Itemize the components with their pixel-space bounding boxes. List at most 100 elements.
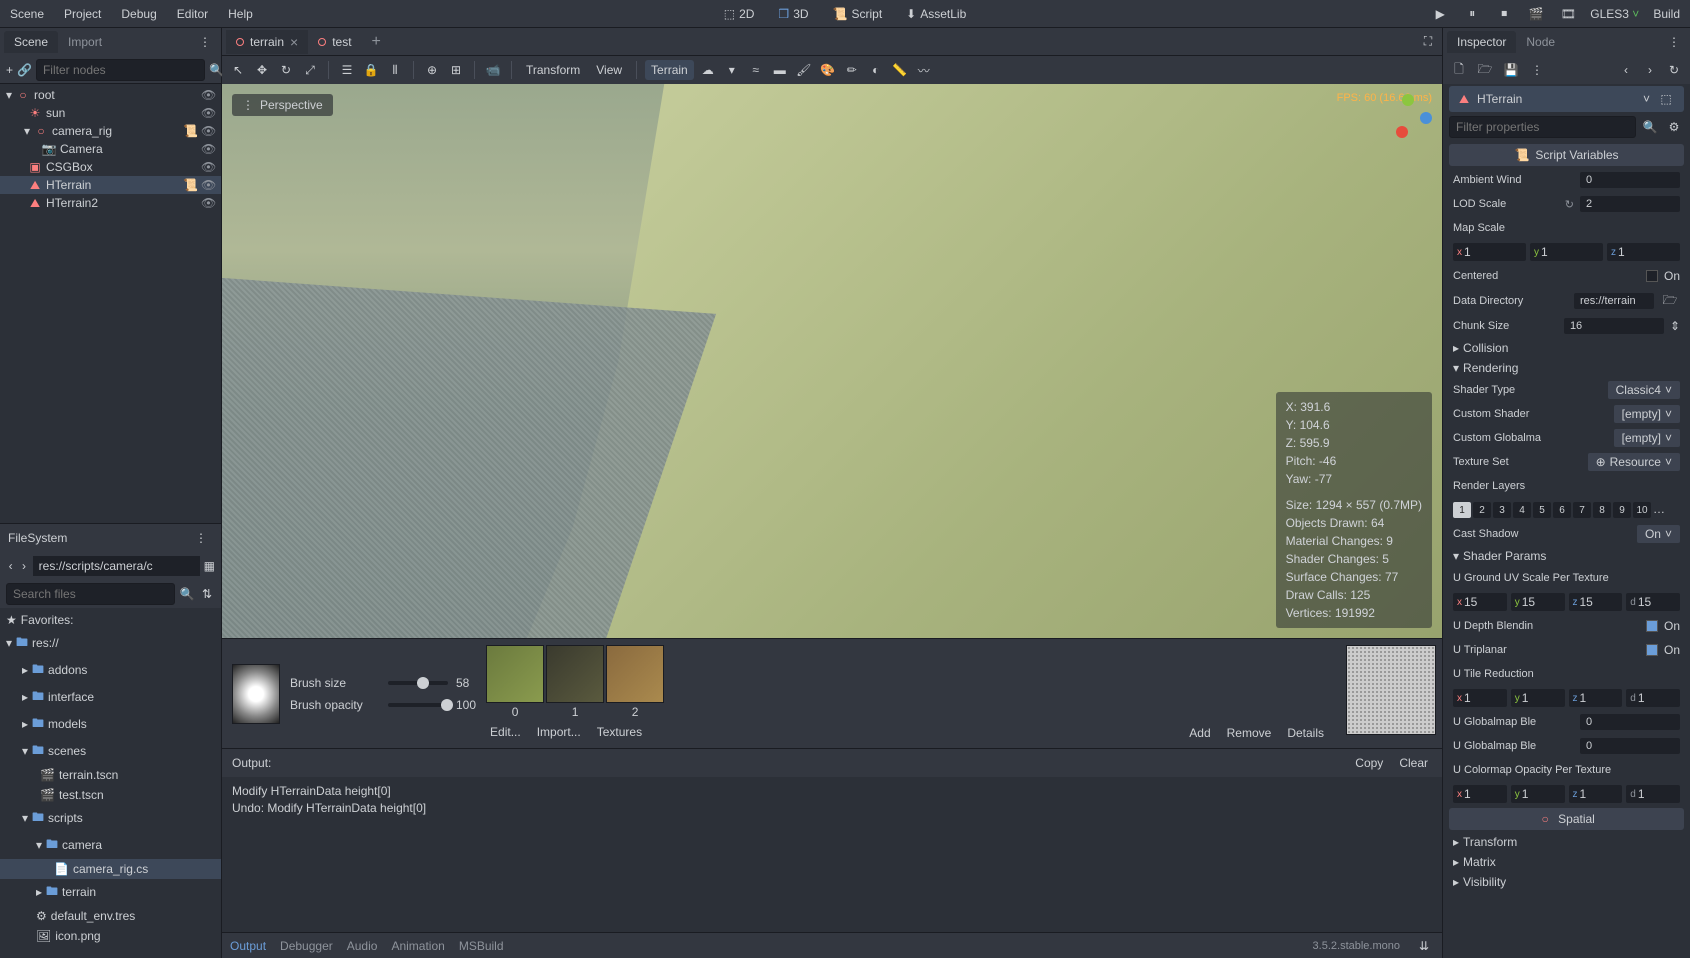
tree-node-camera[interactable]: 📷 Camera 👁 bbox=[0, 140, 221, 158]
section-script-variables[interactable]: 📜 Script Variables bbox=[1449, 144, 1684, 166]
3d-viewport[interactable]: ⋮ Perspective FPS: 60 (16.66 ms) X: 391.… bbox=[222, 84, 1442, 638]
section-shader-params[interactable]: ▾Shader Params bbox=[1449, 546, 1684, 566]
chevron-updown-icon[interactable]: ⇕ bbox=[1670, 319, 1680, 333]
nav-back-button[interactable]: ‹ bbox=[6, 556, 15, 576]
fs-camera-folder[interactable]: ▾ 🖿 camera bbox=[0, 832, 221, 859]
terrain-color-tool[interactable]: 🎨 bbox=[818, 60, 838, 80]
layer-9[interactable]: 9 bbox=[1613, 502, 1631, 518]
bottom-tab-output[interactable]: Output bbox=[230, 939, 266, 953]
fs-res[interactable]: ▾ 🖿 res:// bbox=[0, 630, 221, 657]
visibility-icon[interactable]: 👁 bbox=[201, 142, 215, 156]
fs-default-env[interactable]: ⚙ default_env.tres bbox=[0, 906, 221, 926]
move-tool[interactable]: ✥ bbox=[252, 60, 272, 80]
colormap-x[interactable]: x1 bbox=[1453, 785, 1507, 803]
minimap-preview[interactable] bbox=[1346, 645, 1436, 735]
mode-3d[interactable]: ❒ 3D bbox=[770, 3, 816, 25]
fs-test-tscn[interactable]: 🎬 test.tscn bbox=[0, 785, 221, 805]
fs-terrain-folder[interactable]: ▸ 🖿 terrain bbox=[0, 879, 221, 906]
play-scene-button[interactable]: 🎬 bbox=[1526, 4, 1546, 24]
mode-script[interactable]: 📜 Script bbox=[825, 3, 891, 25]
editor-tab-terrain[interactable]: terrain × bbox=[226, 30, 308, 54]
script-icon[interactable]: 📜 bbox=[183, 124, 197, 138]
pause-button[interactable]: ⏸ bbox=[1462, 4, 1482, 24]
bottom-tab-animation[interactable]: Animation bbox=[391, 939, 444, 953]
prop-value-globalmap2[interactable]: 0 bbox=[1580, 738, 1680, 754]
layer-10[interactable]: 10 bbox=[1633, 502, 1651, 518]
fs-addons[interactable]: ▸ 🖿 addons bbox=[0, 657, 221, 684]
colormap-z[interactable]: z1 bbox=[1569, 785, 1623, 803]
custom-globalmap-dropdown[interactable]: [empty] ˅ bbox=[1614, 429, 1680, 447]
tab-node[interactable]: Node bbox=[1516, 31, 1565, 53]
tab-import[interactable]: Import bbox=[58, 31, 112, 53]
texture-slot-2[interactable]: 2 bbox=[606, 645, 664, 719]
layers-more-icon[interactable]: … bbox=[1653, 502, 1665, 518]
reset-icon[interactable]: ↻ bbox=[1565, 198, 1574, 211]
perspective-toggle[interactable]: ⋮ Perspective bbox=[232, 94, 333, 116]
visibility-icon[interactable]: 👁 bbox=[201, 88, 215, 102]
search-files-input[interactable] bbox=[6, 583, 175, 605]
texture-textures-button[interactable]: Textures bbox=[593, 723, 646, 741]
mode-assetlib[interactable]: ⬇ AssetLib bbox=[898, 3, 974, 25]
fs-icon-png[interactable]: 🖼 icon.png bbox=[0, 926, 221, 946]
filter-icon[interactable]: ⇅ bbox=[199, 584, 215, 604]
select-tool[interactable]: ↖ bbox=[228, 60, 248, 80]
tree-node-camera-rig[interactable]: ▾ ○ camera_rig 📜👁 bbox=[0, 122, 221, 140]
editor-tab-test[interactable]: test bbox=[308, 31, 361, 53]
folder-browse-icon[interactable]: 🗁 bbox=[1660, 291, 1680, 311]
tree-node-hterrain2[interactable]: ⛰ HTerrain2 👁 bbox=[0, 194, 221, 212]
close-tab-icon[interactable]: × bbox=[290, 34, 298, 50]
tile-red-y[interactable]: y1 bbox=[1511, 689, 1565, 707]
snap-tool[interactable]: ⊕ bbox=[422, 60, 442, 80]
orientation-gizmo[interactable] bbox=[1382, 94, 1432, 144]
search-icon[interactable]: 🔍 bbox=[1640, 117, 1660, 137]
render-layers-grid[interactable]: 1 2 3 4 5 6 7 8 9 10 … bbox=[1453, 502, 1665, 518]
prop-value-globalmap1[interactable]: 0 bbox=[1580, 714, 1680, 730]
fs-favorites[interactable]: ★ Favorites: bbox=[0, 610, 221, 630]
terrain-smooth-tool[interactable]: ≈ bbox=[746, 60, 766, 80]
filter-properties-input[interactable] bbox=[1449, 116, 1636, 138]
brush-preview[interactable] bbox=[232, 664, 280, 724]
filesystem-menu[interactable]: ⋮ bbox=[189, 531, 213, 545]
view-mode-icon[interactable]: ▦ bbox=[204, 556, 215, 576]
section-matrix[interactable]: ▸Matrix bbox=[1449, 852, 1684, 872]
mode-2d[interactable]: ⬚ 2D bbox=[716, 3, 763, 25]
terrain-holes-tool[interactable]: ◐ bbox=[866, 60, 886, 80]
resource-menu-icon[interactable]: ⋮ bbox=[1527, 60, 1547, 80]
view-menu[interactable]: View bbox=[590, 60, 628, 80]
history-menu-icon[interactable]: ↻ bbox=[1664, 60, 1684, 80]
collapse-bottom-icon[interactable]: ⇊ bbox=[1414, 936, 1434, 956]
texture-slot-1[interactable]: 1 bbox=[546, 645, 604, 719]
section-transform[interactable]: ▸Transform bbox=[1449, 832, 1684, 852]
layer-1[interactable]: 1 bbox=[1453, 502, 1471, 518]
stop-button[interactable]: ⏹ bbox=[1494, 4, 1514, 24]
prop-value-lod-scale[interactable]: 2 bbox=[1580, 196, 1680, 212]
inspector-object-select[interactable]: ⛰ HTerrain ˅ ⬚ bbox=[1449, 86, 1684, 112]
layer-2[interactable]: 2 bbox=[1473, 502, 1491, 518]
visibility-icon[interactable]: 👁 bbox=[201, 106, 215, 120]
layer-7[interactable]: 7 bbox=[1573, 502, 1591, 518]
tile-red-x[interactable]: x1 bbox=[1453, 689, 1507, 707]
triplanar-checkbox[interactable] bbox=[1646, 644, 1658, 656]
ground-uv-y[interactable]: y15 bbox=[1511, 593, 1565, 611]
brush-size-slider[interactable] bbox=[388, 681, 448, 685]
menu-scene[interactable]: Scene bbox=[8, 3, 46, 25]
section-visibility[interactable]: ▸Visibility bbox=[1449, 872, 1684, 892]
tab-scene[interactable]: Scene bbox=[4, 31, 58, 53]
fullscreen-icon[interactable]: ⛶ bbox=[1418, 32, 1438, 52]
shader-type-dropdown[interactable]: Classic4 ˅ bbox=[1608, 381, 1680, 399]
colormap-d[interactable]: d1 bbox=[1626, 785, 1680, 803]
bottom-tab-msbuild[interactable]: MSBuild bbox=[459, 939, 504, 953]
path-input[interactable] bbox=[33, 556, 200, 576]
history-back-icon[interactable]: ‹ bbox=[1616, 60, 1636, 80]
renderer-select[interactable]: GLES3 ˅ bbox=[1590, 7, 1639, 21]
bottom-tab-debugger[interactable]: Debugger bbox=[280, 939, 333, 953]
terrain-menu[interactable]: Terrain bbox=[645, 60, 694, 80]
ground-uv-z[interactable]: z15 bbox=[1569, 593, 1623, 611]
texture-slot-0[interactable]: 0 bbox=[486, 645, 544, 719]
camera-override-tool[interactable]: 📹 bbox=[483, 60, 503, 80]
cast-shadow-dropdown[interactable]: On ˅ bbox=[1637, 525, 1680, 543]
depth-blend-checkbox[interactable] bbox=[1646, 620, 1658, 632]
ground-uv-x[interactable]: x15 bbox=[1453, 593, 1507, 611]
output-copy-button[interactable]: Copy bbox=[1351, 754, 1387, 772]
transform-menu[interactable]: Transform bbox=[520, 60, 586, 80]
